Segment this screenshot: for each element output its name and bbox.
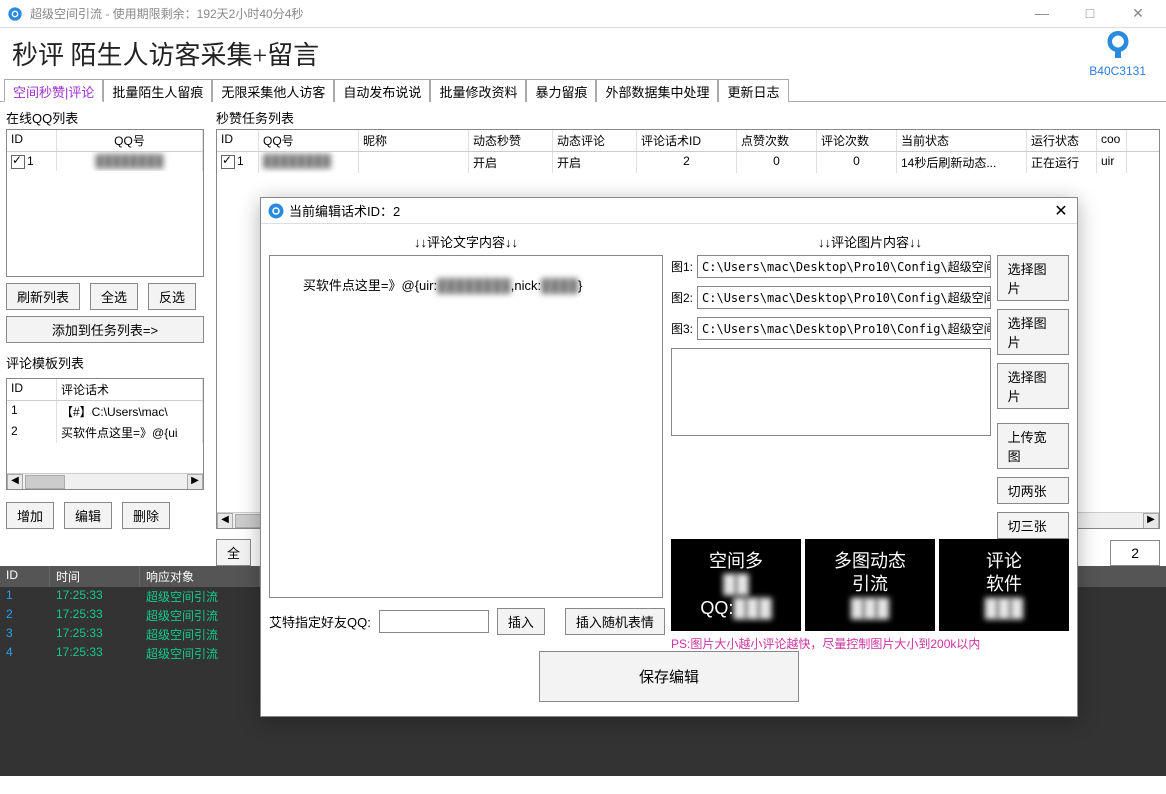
- invert-select-button[interactable]: 反选: [148, 283, 196, 310]
- minimize-button[interactable]: —: [1030, 5, 1054, 22]
- list-item[interactable]: 2 买软件点这里=》@{ui: [7, 422, 203, 443]
- save-edit-button[interactable]: 保存编辑: [539, 651, 799, 702]
- col-qq: QQ号: [57, 130, 203, 151]
- scroll-left-icon[interactable]: ◀: [217, 513, 233, 529]
- horizontal-scrollbar[interactable]: ◀ ▶: [7, 473, 203, 489]
- cut-two-button[interactable]: 切两张: [997, 477, 1069, 504]
- edit-dialog: 当前编辑话术ID：2 ✕ ↓↓评论文字内容↓↓ 买软件点这里=》@{uir:██…: [260, 197, 1078, 717]
- count-box: 2: [1110, 540, 1160, 566]
- banner-logo-icon: [1100, 28, 1136, 64]
- add-to-task-button[interactable]: 添加到任务列表=>: [6, 316, 204, 343]
- col-id: ID: [7, 130, 57, 151]
- at-friend-input[interactable]: [379, 610, 489, 633]
- tab-force-mark[interactable]: 暴力留痕: [526, 79, 596, 102]
- maximize-button[interactable]: □: [1078, 5, 1102, 22]
- col-text: 评论话术: [57, 379, 203, 400]
- comment-text-textarea[interactable]: 买软件点这里=》@{uir:████████,nick:████}: [269, 255, 663, 598]
- delete-template-button[interactable]: 删除: [122, 502, 170, 529]
- insert-button[interactable]: 插入: [497, 608, 545, 635]
- img1-path-input[interactable]: C:\Users\mac\Desktop\Pro10\Config\超级空间: [697, 255, 991, 278]
- qq-number: ████████: [57, 152, 203, 171]
- img2-path-input[interactable]: C:\Users\mac\Desktop\Pro10\Config\超级空间: [697, 286, 991, 309]
- tab-external-data[interactable]: 外部数据集中处理: [596, 79, 718, 102]
- text-section-title: ↓↓评论文字内容↓↓: [269, 228, 663, 255]
- online-qq-label: 在线QQ列表: [6, 106, 204, 129]
- dialog-title-text: 当前编辑话术ID：2: [289, 201, 400, 220]
- tab-stranger-mark[interactable]: 批量陌生人留痕: [103, 79, 212, 102]
- banner-code: B40C3131: [1089, 64, 1146, 78]
- banner-title: 秒评 陌生人访客采集+留言: [12, 35, 319, 72]
- table-row[interactable]: 1 ████████ 开启 开启 2 0 0 14秒后刷新动态... 正在运行 …: [217, 152, 1159, 173]
- add-template-button[interactable]: 增加: [6, 502, 54, 529]
- row-checkbox[interactable]: [11, 155, 25, 169]
- img3-path-input[interactable]: C:\Users\mac\Desktop\Pro10\Config\超级空间: [697, 317, 991, 340]
- select-image-button[interactable]: 选择图片: [997, 363, 1069, 409]
- tab-seconds-like[interactable]: 空间秒赞|评论: [4, 79, 103, 102]
- upload-wide-button[interactable]: 上传宽图: [997, 423, 1069, 469]
- cut-three-button[interactable]: 切三张: [997, 512, 1069, 539]
- img3-label: 图3:: [671, 320, 693, 337]
- scroll-right-icon[interactable]: ▶: [1143, 513, 1159, 529]
- tab-batch-edit[interactable]: 批量修改资料: [430, 79, 526, 102]
- template-list[interactable]: ID 评论话术 1 【#】C:\Users\mac\ 2 买软件点这里=》@{u…: [6, 378, 204, 490]
- select-all-button[interactable]: 全选: [90, 283, 138, 310]
- list-item[interactable]: 1 ████████: [7, 152, 203, 171]
- scroll-left-icon[interactable]: ◀: [7, 474, 23, 490]
- template-list-label: 评论模板列表: [6, 351, 204, 374]
- row-checkbox[interactable]: [221, 155, 235, 169]
- dialog-icon: [267, 202, 285, 220]
- select-all-tasks-button[interactable]: 全: [216, 539, 251, 566]
- img1-label: 图1:: [671, 258, 693, 275]
- list-item[interactable]: 1 【#】C:\Users\mac\: [7, 401, 203, 422]
- tab-auto-post[interactable]: 自动发布说说: [334, 79, 430, 102]
- window-controls: — □ ✕: [1030, 5, 1160, 22]
- scroll-thumb[interactable]: [25, 475, 65, 489]
- app-icon: [6, 5, 24, 23]
- scroll-right-icon[interactable]: ▶: [187, 474, 203, 490]
- tab-collect-visitors[interactable]: 无限采集他人访客: [212, 79, 334, 102]
- insert-emoji-button[interactable]: 插入随机表情: [565, 608, 665, 635]
- close-button[interactable]: ✕: [1126, 5, 1150, 22]
- dialog-close-button[interactable]: ✕: [1051, 201, 1071, 221]
- image-section-title: ↓↓评论图片内容↓↓: [671, 228, 1069, 255]
- img2-label: 图2:: [671, 289, 693, 306]
- dialog-titlebar: 当前编辑话术ID：2 ✕: [261, 198, 1077, 224]
- banner: 秒评 陌生人访客采集+留言 B40C3131: [0, 28, 1166, 78]
- select-image-button[interactable]: 选择图片: [997, 309, 1069, 355]
- select-image-button[interactable]: 选择图片: [997, 255, 1069, 301]
- image-preview-box: [671, 348, 991, 436]
- left-column: 在线QQ列表 ID QQ号 1 ████████ 刷新列表 全选 反选 添加到任…: [0, 102, 210, 566]
- at-friend-label: 艾特指定好友QQ:: [269, 612, 371, 631]
- col-id: ID: [7, 379, 57, 400]
- refresh-list-button[interactable]: 刷新列表: [6, 283, 80, 310]
- titlebar-text: 超级空间引流 - 使用期限剩余：192天2小时40分4秒: [30, 5, 303, 22]
- tabbar: 空间秒赞|评论 批量陌生人留痕 无限采集他人访客 自动发布说说 批量修改资料 暴…: [0, 78, 1166, 102]
- titlebar: 超级空间引流 - 使用期限剩余：192天2小时40分4秒 — □ ✕: [0, 0, 1166, 28]
- task-list-label: 秒赞任务列表: [216, 106, 1160, 129]
- online-qq-list[interactable]: ID QQ号 1 ████████: [6, 129, 204, 277]
- edit-template-button[interactable]: 编辑: [64, 502, 112, 529]
- tab-changelog[interactable]: 更新日志: [718, 79, 788, 102]
